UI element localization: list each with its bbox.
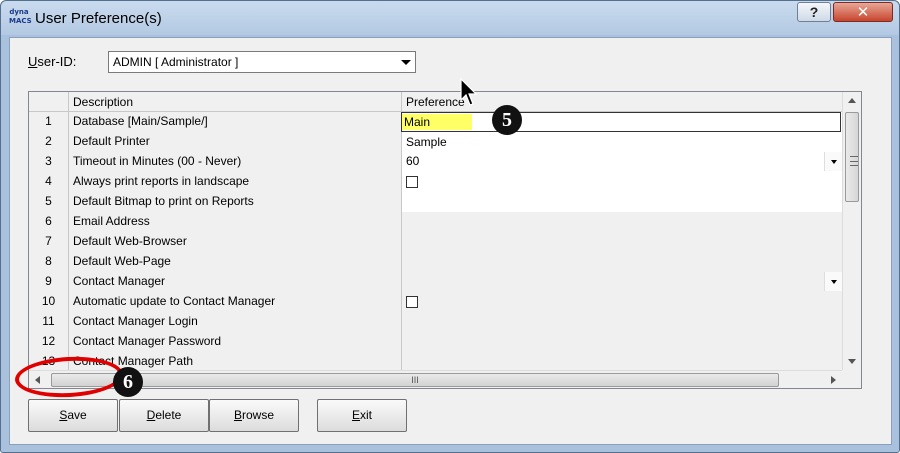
table-row[interactable]: 4 Always print reports in landscape bbox=[29, 172, 842, 192]
window-title: User Preference(s) bbox=[35, 10, 162, 27]
user-id-label-text: ser-ID: bbox=[37, 54, 77, 69]
table-row[interactable]: 12 Contact Manager Password bbox=[29, 332, 842, 352]
row-preference-cell[interactable] bbox=[402, 312, 842, 332]
table-row[interactable]: 6 Email Address bbox=[29, 212, 842, 232]
row-number: 9 bbox=[29, 272, 69, 292]
dropdown-option-main[interactable]: Main bbox=[402, 114, 472, 130]
row-number: 2 bbox=[29, 132, 69, 152]
row-number: 11 bbox=[29, 312, 69, 332]
row-description: Contact Manager Login bbox=[69, 312, 402, 332]
preference-value: 60 bbox=[406, 154, 420, 168]
dropdown-option-sample[interactable]: Sample bbox=[402, 133, 492, 151]
vertical-scrollbar[interactable] bbox=[842, 92, 861, 370]
horizontal-scroll-thumb[interactable]: III bbox=[51, 373, 779, 387]
user-id-mnemonic: U bbox=[28, 54, 38, 69]
row-description: Default Printer bbox=[69, 132, 402, 152]
logo-line-2: MACS bbox=[9, 17, 32, 25]
row-description: Contact Manager Password bbox=[69, 332, 402, 352]
row-description: Timeout in Minutes (00 - Never) bbox=[69, 152, 402, 172]
row-preference-cell[interactable]: 60 bbox=[402, 152, 842, 172]
help-icon: ? bbox=[809, 4, 819, 20]
chevron-down-icon[interactable] bbox=[401, 60, 411, 65]
delete-button[interactable]: Delete bbox=[119, 399, 209, 432]
row-preference-cell[interactable] bbox=[402, 352, 842, 372]
row-preference-cell[interactable] bbox=[402, 192, 842, 212]
row-preference-cell[interactable] bbox=[402, 252, 842, 272]
row-description: Automatic update to Contact Manager bbox=[69, 292, 402, 312]
header-description[interactable]: Description bbox=[69, 92, 402, 112]
row-description: Always print reports in landscape bbox=[69, 172, 402, 192]
row-number: 5 bbox=[29, 192, 69, 212]
row-description: Default Bitmap to print on Reports bbox=[69, 192, 402, 212]
row-number: 4 bbox=[29, 172, 69, 192]
mouse-pointer-icon bbox=[460, 78, 478, 106]
row-preference-cell[interactable] bbox=[402, 232, 842, 252]
row-grip-icon bbox=[850, 156, 858, 166]
scroll-down-icon[interactable] bbox=[848, 359, 856, 364]
user-id-select[interactable]: ADMIN [ Administrator ] bbox=[108, 51, 416, 73]
table-row[interactable]: 8 Default Web-Page bbox=[29, 252, 842, 272]
row-number: 1 bbox=[29, 112, 69, 132]
row-number: 10 bbox=[29, 292, 69, 312]
chevron-down-icon[interactable] bbox=[824, 272, 842, 291]
row-description: Contact Manager bbox=[69, 272, 402, 292]
user-id-value: ADMIN [ Administrator ] bbox=[113, 55, 239, 69]
browse-mnemonic: B bbox=[233, 408, 242, 422]
preferences-grid: Description Preference 1 Database [Main/S… bbox=[28, 91, 862, 389]
row-number: 7 bbox=[29, 232, 69, 252]
grid-rows: 1 Database [Main/Sample/] 2 Default Printer… bbox=[29, 112, 842, 372]
help-button[interactable]: ? bbox=[797, 2, 831, 22]
scroll-up-icon[interactable] bbox=[848, 98, 856, 103]
browse-label: rowse bbox=[242, 408, 275, 422]
row-preference-cell[interactable] bbox=[402, 272, 842, 292]
save-button[interactable]: Save bbox=[28, 399, 118, 432]
database-dropdown-editor[interactable]: Main bbox=[401, 112, 841, 132]
table-row[interactable]: 10 Automatic update to Contact Manager bbox=[29, 292, 842, 312]
chevron-down-icon[interactable] bbox=[824, 152, 842, 171]
header-number[interactable] bbox=[29, 92, 69, 112]
app-logo-icon: dyna MACS bbox=[9, 8, 32, 28]
user-preferences-window: dyna MACS User Preference(s) ? ✕ User-ID… bbox=[0, 0, 900, 453]
step-6-badge: 6 bbox=[113, 367, 143, 397]
exit-button[interactable]: Exit bbox=[317, 399, 407, 432]
table-row[interactable]: 3 Timeout in Minutes (00 - Never) 60 bbox=[29, 152, 842, 172]
row-number: 6 bbox=[29, 212, 69, 232]
scroll-right-icon[interactable] bbox=[831, 376, 836, 384]
row-preference-cell[interactable] bbox=[402, 332, 842, 352]
save-label: ave bbox=[67, 408, 87, 422]
delete-mnemonic: D bbox=[146, 408, 156, 422]
title-bar[interactable]: dyna MACS User Preference(s) ? ✕ bbox=[1, 1, 899, 35]
preference-checkbox[interactable] bbox=[406, 176, 418, 188]
user-id-label: User-ID: bbox=[28, 54, 76, 69]
exit-mnemonic: E bbox=[351, 408, 360, 422]
delete-label: elete bbox=[155, 408, 182, 422]
step-5-badge: 5 bbox=[492, 105, 522, 135]
table-row[interactable]: 11 Contact Manager Login bbox=[29, 312, 842, 332]
row-description: Database [Main/Sample/] bbox=[69, 112, 402, 132]
row-number: 3 bbox=[29, 152, 69, 172]
row-preference-cell[interactable] bbox=[402, 212, 842, 232]
preference-checkbox[interactable] bbox=[406, 296, 418, 308]
table-row[interactable]: 13 Contact Manager Path bbox=[29, 352, 842, 372]
exit-label: xit bbox=[360, 408, 372, 422]
row-description: Default Web-Page bbox=[69, 252, 402, 272]
row-number: 12 bbox=[29, 332, 69, 352]
table-row[interactable]: 7 Default Web-Browser bbox=[29, 232, 842, 252]
browse-button[interactable]: Browse bbox=[209, 399, 299, 432]
table-row[interactable]: 5 Default Bitmap to print on Reports bbox=[29, 192, 842, 212]
close-button[interactable]: ✕ bbox=[833, 2, 893, 22]
horizontal-scrollbar[interactable]: III bbox=[29, 370, 842, 388]
scroll-corner bbox=[842, 370, 861, 388]
grid-header: Description Preference bbox=[29, 92, 842, 112]
logo-line-1: dyna bbox=[9, 8, 29, 16]
row-description: Default Web-Browser bbox=[69, 232, 402, 252]
table-row[interactable]: 9 Contact Manager bbox=[29, 272, 842, 292]
row-preference-cell[interactable] bbox=[402, 292, 842, 312]
row-preference-cell[interactable] bbox=[402, 172, 842, 192]
row-description: Email Address bbox=[69, 212, 402, 232]
close-icon: ✕ bbox=[856, 4, 870, 21]
row-number: 8 bbox=[29, 252, 69, 272]
